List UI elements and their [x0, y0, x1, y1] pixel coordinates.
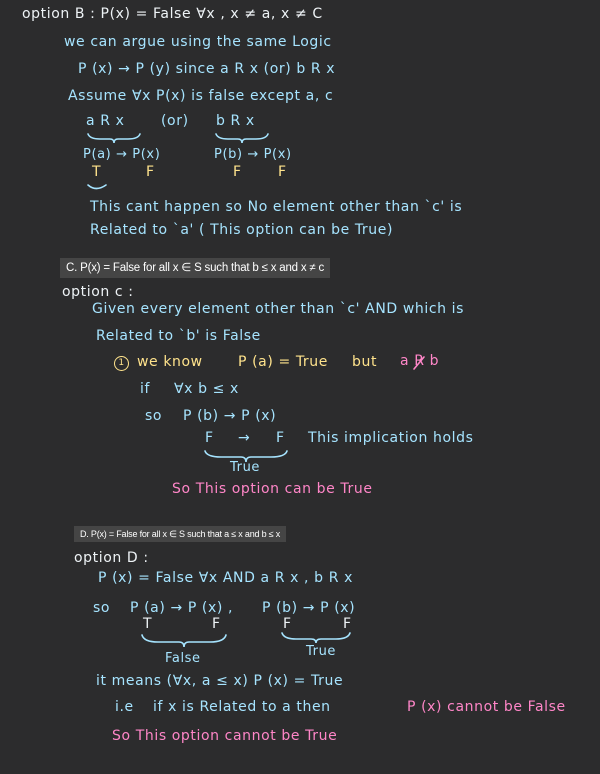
brace-b: [215, 133, 269, 144]
slash-mark: [413, 356, 425, 370]
option-c-line-related: Related to `b' is False: [96, 328, 261, 344]
option-b-conclusion-1: This cant happen so No element other tha…: [90, 199, 463, 215]
option-c-point-1: 1 we know: [114, 354, 203, 371]
brace-d-2: [281, 632, 351, 644]
option-d-cannot-false: P (x) cannot be False: [407, 699, 566, 715]
option-c-true-label: True: [230, 460, 261, 475]
option-c-conclusion: So This option can be True: [172, 481, 373, 497]
option-d-line-means: it means (∀x, a ≤ x) P (x) = True: [96, 673, 344, 689]
if-word: if: [140, 381, 151, 397]
case-b-head: b R x: [216, 113, 255, 129]
forall-b-le-x: ∀x b ≤ x: [174, 381, 239, 397]
option-d-impl-1: P (a) → P (x) ,: [130, 600, 234, 616]
case-b-false-2: F: [278, 164, 287, 180]
option-d-heading: option D :: [74, 550, 149, 566]
option-c-implication: P (b) → P (x): [183, 408, 277, 424]
brace-d-1: [141, 634, 227, 648]
option-d-line-1: P (x) = False ∀x AND a R x , b R x: [98, 570, 353, 586]
case-b-false-1: F: [233, 164, 242, 180]
case-a-impl: P(a) → P(x): [83, 147, 161, 162]
option-c-heading: option c :: [62, 284, 134, 300]
case-or: (or): [161, 113, 189, 129]
a-not-related-b: a R b: [400, 353, 440, 370]
option-b-line-assume: Assume ∀x P(x) is false except a, c: [68, 88, 334, 104]
option-c-false-1: F: [205, 430, 214, 446]
option-d-line-related: if x is Related to a then: [153, 699, 331, 715]
pa-true: P (a) = True: [238, 354, 328, 370]
option-d-false-label: False: [165, 651, 201, 666]
but-word: but: [352, 354, 378, 370]
so-word-c: so: [145, 408, 163, 424]
option-d-true: T: [143, 616, 153, 632]
case-b-impl: P(b) → P(x): [214, 147, 292, 162]
option-d-false-3: F: [343, 616, 352, 632]
option-d-false-1: F: [212, 616, 221, 632]
we-know: we know: [137, 354, 203, 370]
option-c-line-given: Given every element other than `c' AND w…: [92, 301, 465, 317]
so-word-d: so: [93, 600, 111, 616]
case-a-true: T: [92, 164, 102, 180]
option-b-line-argue: we can argue using the same Logic: [64, 34, 332, 50]
implication-holds: This implication holds: [308, 430, 474, 446]
case-a-false: F: [146, 164, 155, 180]
option-d-false-2: F: [283, 616, 292, 632]
option-c-banner: C. P(x) = False for all x ∈ S such that …: [60, 258, 331, 278]
number-one-icon: 1: [114, 356, 129, 371]
case-a-head: a R x: [86, 113, 125, 129]
option-b-line-implication: P (x) → P (y) since a R x (or) b R x: [78, 61, 336, 77]
option-d-conclusion: So This option cannot be True: [112, 728, 338, 744]
option-d-impl-2: P (b) → P (x): [262, 600, 356, 616]
option-b-conclusion-2: Related to `a' ( This option can be True…: [90, 222, 394, 238]
option-d-true-label: True: [306, 644, 337, 659]
option-b-heading: option B : P(x) = False ∀x , x ≠ a, x ≠ …: [22, 6, 323, 22]
ie-word: i.e: [115, 699, 134, 715]
option-c-false-2: F: [276, 430, 285, 446]
brace-a: [87, 133, 141, 144]
tick-a: [87, 184, 107, 190]
option-d-banner: D. P(x) = False for all x ∈ S such that …: [74, 526, 287, 542]
option-c-arrow: →: [238, 430, 251, 446]
